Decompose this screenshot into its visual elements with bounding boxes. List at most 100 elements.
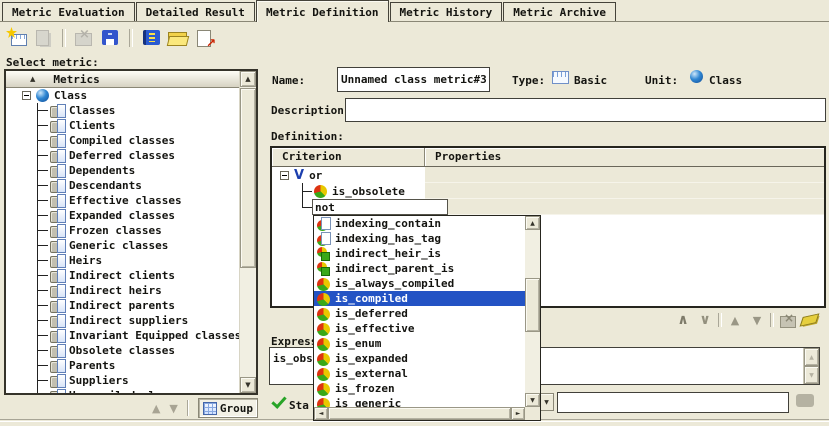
move-up-icon[interactable] <box>726 311 744 329</box>
tools-separator <box>770 313 774 327</box>
dropdown-item[interactable]: is_frozen <box>314 381 525 396</box>
copy-metric-icon[interactable] <box>32 27 56 49</box>
select-metric-label: Select metric: <box>6 56 99 69</box>
dropdown-horizontal-scrollbar[interactable]: ◄ ► <box>314 407 525 420</box>
open-metric-file-icon[interactable] <box>166 27 190 49</box>
dropdown-item[interactable]: indexing_has_tag <box>314 231 525 246</box>
metric-tree-item[interactable]: Deferred classes <box>6 148 239 163</box>
dropdown-item[interactable]: is_generic <box>314 396 525 407</box>
scroll-left-icon[interactable]: ◄ <box>314 407 328 420</box>
collapse-expander-icon[interactable] <box>280 171 289 180</box>
metric-tree-item[interactable]: Indirect suppliers <box>6 313 239 328</box>
scroll-up-icon[interactable]: ▲ <box>525 216 540 230</box>
delete-metric-icon[interactable] <box>72 27 96 49</box>
criterion-pie-icon <box>317 352 331 366</box>
criterion-pie-icon <box>317 367 331 381</box>
metric-tree-item[interactable]: Obsolete classes <box>6 343 239 358</box>
metrics-column-header[interactable]: ▲ Metrics <box>6 71 239 88</box>
metric-tree-item[interactable]: Classes <box>6 103 239 118</box>
move-metric-up-icon[interactable]: ▲ <box>152 402 160 415</box>
scroll-down-icon[interactable]: ▼ <box>804 366 819 384</box>
metric-tree-item[interactable]: Suppliers <box>6 373 239 388</box>
metric-tree-item[interactable]: Effective classes <box>6 193 239 208</box>
metric-tree-item[interactable]: Invariant Equipped classes <box>6 328 239 343</box>
dropdown-item[interactable]: is_expanded <box>314 351 525 366</box>
scrollbar-thumb[interactable] <box>328 407 511 420</box>
criterion-row-is-obsolete[interactable]: is_obsolete <box>272 183 824 199</box>
and-operator-icon[interactable] <box>674 311 692 329</box>
metric-tree-item[interactable]: Clients <box>6 118 239 133</box>
scroll-up-icon[interactable]: ▲ <box>804 348 819 366</box>
class-unit-icon <box>36 89 49 102</box>
criterion-pie-icon <box>317 382 331 396</box>
metric-tree-item[interactable]: Indirect clients <box>6 268 239 283</box>
tab[interactable]: Metric Definition <box>256 0 389 22</box>
dropdown-item[interactable]: indexing_contain <box>314 216 525 231</box>
or-operator-icon[interactable] <box>696 311 714 329</box>
tree-scrollbar[interactable]: ▲ ▼ <box>239 71 256 393</box>
collapse-expander-icon[interactable] <box>22 91 31 100</box>
criterion-edit-cell[interactable]: not <box>312 199 448 215</box>
comment-bubble-icon <box>796 394 814 407</box>
metric-tree-item[interactable]: Descendants <box>6 178 239 193</box>
properties-column-header[interactable]: Properties <box>425 148 824 166</box>
metric-tree-item[interactable]: Generic classes <box>6 238 239 253</box>
criterion-dropdown: indexing_contain indexing_has_tag indire… <box>313 215 541 421</box>
metric-tree-item[interactable]: Frozen classes <box>6 223 239 238</box>
save-metric-icon[interactable] <box>99 27 123 49</box>
metric-tree-item[interactable]: Compiled classes <box>6 133 239 148</box>
metric-tree-item[interactable]: Parents <box>6 358 239 373</box>
dropdown-item[interactable]: is_always_compiled <box>314 276 525 291</box>
metric-tree-item[interactable]: Heirs <box>6 253 239 268</box>
toolbar-separator <box>129 29 133 47</box>
metric-tree-item[interactable]: Expanded classes <box>6 208 239 223</box>
metric-tree-item[interactable]: Indirect parents <box>6 298 239 313</box>
dropdown-item[interactable]: is_enum <box>314 336 525 351</box>
criterion-pie-icon <box>317 292 331 306</box>
metric-name-input[interactable] <box>337 67 490 92</box>
criterion-pie-icon <box>317 322 331 336</box>
scroll-right-icon[interactable]: ► <box>511 407 525 420</box>
predefined-metric-icon <box>50 329 66 342</box>
metric-tool-window: Metric EvaluationDetailed ResultMetric D… <box>0 0 829 426</box>
predefined-metric-icon <box>50 389 66 393</box>
scroll-down-icon[interactable]: ▼ <box>525 393 540 407</box>
metric-tree-root-class[interactable]: Class <box>6 88 239 103</box>
new-metric-icon[interactable] <box>5 27 29 49</box>
criterion-row-not[interactable]: not <box>272 199 824 215</box>
eraser-icon[interactable] <box>800 311 818 329</box>
move-down-icon[interactable] <box>748 311 766 329</box>
criterion-row-or[interactable]: or <box>272 167 824 183</box>
criterion-column-header[interactable]: Criterion <box>272 148 425 166</box>
tab[interactable]: Detailed Result <box>136 2 255 21</box>
combo-dropdown-button[interactable]: ▼ <box>539 393 554 411</box>
predefined-metric-icon <box>50 134 66 147</box>
metric-tree-item[interactable]: Uncompiled classes <box>6 388 239 393</box>
scroll-down-icon[interactable]: ▼ <box>240 377 256 393</box>
description-input[interactable] <box>345 98 826 122</box>
dropdown-item[interactable]: is_compiled <box>314 291 525 306</box>
tab[interactable]: Metric History <box>390 2 503 21</box>
bottom-text-input[interactable] <box>557 392 789 413</box>
scrollbar-thumb[interactable] <box>240 88 256 268</box>
dropdown-item[interactable]: indirect_heir_is <box>314 246 525 261</box>
criterion-pie-icon <box>317 247 331 261</box>
metric-tree: ▲ Metrics Class Classes Cli <box>4 69 258 395</box>
tab[interactable]: Metric Archive <box>503 2 616 21</box>
move-metric-down-icon[interactable]: ▼ <box>169 402 177 415</box>
delete-criterion-icon[interactable] <box>778 311 796 329</box>
dropdown-item[interactable]: is_effective <box>314 321 525 336</box>
dropdown-item[interactable]: is_external <box>314 366 525 381</box>
import-metrics-icon[interactable] <box>139 27 163 49</box>
scrollbar-thumb[interactable] <box>525 278 540 332</box>
type-value: Basic <box>574 74 607 87</box>
scroll-up-icon[interactable]: ▲ <box>240 71 256 87</box>
metric-tree-item[interactable]: Indirect heirs <box>6 283 239 298</box>
dropdown-vertical-scrollbar[interactable]: ▲ ▼ <box>525 216 540 407</box>
export-metrics-icon[interactable] <box>193 27 217 49</box>
dropdown-item[interactable]: indirect_parent_is <box>314 261 525 276</box>
group-toggle-button[interactable]: Group <box>198 398 258 418</box>
dropdown-item[interactable]: is_deferred <box>314 306 525 321</box>
tab[interactable]: Metric Evaluation <box>2 2 135 21</box>
metric-tree-item[interactable]: Dependents <box>6 163 239 178</box>
